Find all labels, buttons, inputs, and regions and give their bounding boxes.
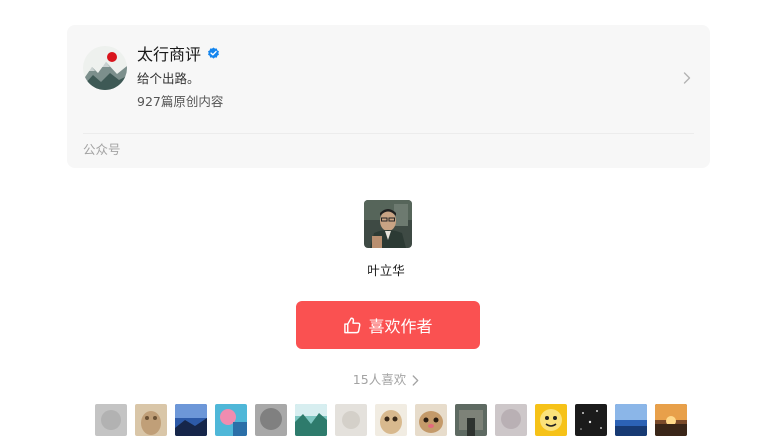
account-type-label: 公众号 [83,142,121,157]
liker-avatar[interactable] [215,404,247,436]
likers-count-label: 15人喜欢 [352,372,407,387]
like-button-label: 喜欢作者 [368,317,433,336]
author-name: 叶立华 [367,263,405,278]
thumbs-up-icon [344,316,361,333]
account-profile-link[interactable]: 太行商评 给个出路。 927篇原创内容 [67,25,710,133]
verified-badge-icon [208,47,219,59]
liker-avatar[interactable] [615,404,647,436]
liker-avatar[interactable] [335,404,367,436]
liker-avatar[interactable] [415,404,447,436]
liker-avatar[interactable] [375,404,407,436]
liker-avatar[interactable] [535,404,567,436]
account-article-count: 927篇原创内容 [137,94,224,109]
liker-avatar[interactable] [455,404,487,436]
liker-avatar[interactable] [295,404,327,436]
account-card: 太行商评 给个出路。 927篇原创内容 公众号 [67,25,710,168]
liker-avatar[interactable] [575,404,607,436]
liker-avatar[interactable] [495,404,527,436]
account-name: 太行商评 [137,45,202,64]
liker-avatar-row [95,404,687,436]
author-avatar[interactable] [364,200,412,248]
liker-avatar[interactable] [655,404,687,436]
chevron-right-icon [412,374,419,386]
likers-link[interactable]: 15人喜欢 [0,371,772,389]
liker-avatar[interactable] [135,404,167,436]
page: 太行商评 给个出路。 927篇原创内容 公众号 叶立华 喜欢作者 15人喜欢 [0,0,772,439]
liker-avatar[interactable] [95,404,127,436]
like-author-button[interactable]: 喜欢作者 [296,301,480,349]
account-description: 给个出路。 [137,71,200,86]
liker-avatar[interactable] [175,404,207,436]
card-divider [83,133,694,134]
account-avatar [83,46,127,90]
liker-avatar[interactable] [255,404,287,436]
chevron-right-icon [683,72,691,84]
